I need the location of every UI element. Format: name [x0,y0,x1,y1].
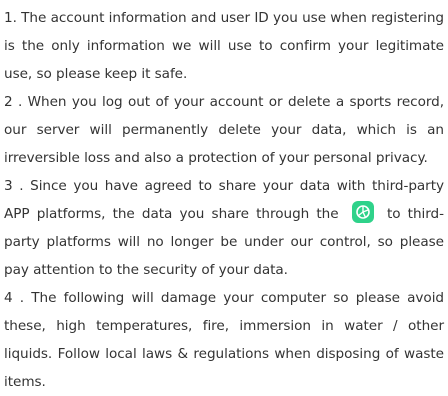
notice-item-3-text-before: 3 . Since you have agreed to share your … [4,178,444,222]
privacy-notice: 1. The account information and user ID y… [0,0,448,390]
notice-item-3: 3 . Since you have agreed to share your … [4,172,444,284]
notice-item-2: 2 . When you log out of your account or … [4,94,444,166]
notice-item-1: 1. The account information and user ID y… [4,10,444,82]
share-app-icon [351,201,374,223]
notice-item-4: 4 . The following will damage your compu… [4,290,444,390]
